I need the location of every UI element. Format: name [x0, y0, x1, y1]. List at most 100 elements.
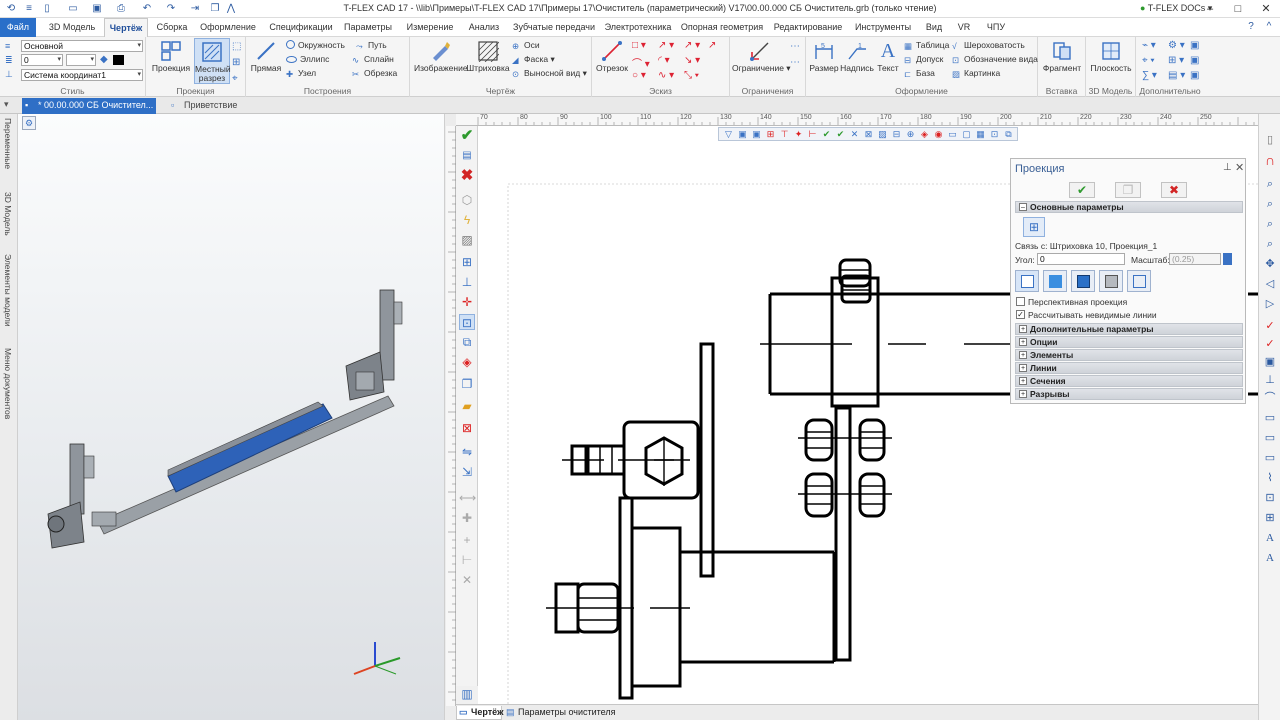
tab-electrical[interactable]: Электротехника	[604, 18, 672, 37]
strip-model-elements[interactable]: Элементы модели	[3, 254, 13, 327]
close-button[interactable]: ✕	[1252, 0, 1280, 18]
tab-tools[interactable]: Инструменты	[850, 18, 916, 37]
tab-view[interactable]: Вид	[920, 18, 948, 37]
snap-d-icon[interactable]: ⊥	[1262, 372, 1278, 388]
extra-a-icon[interactable]: ▣	[1190, 40, 1199, 51]
zoom-in-icon[interactable]: ⌕	[1262, 216, 1278, 232]
menu-icon[interactable]: ≡	[22, 2, 36, 16]
filter-l-icon[interactable]: ⊟	[891, 129, 902, 140]
filter-p-icon[interactable]: ▭	[947, 129, 958, 140]
constraint-extra2-icon[interactable]: ⋯	[790, 57, 800, 68]
strip-variables[interactable]: Переменные	[3, 118, 13, 169]
extra-macro-icon[interactable]: ⊞ ▾	[1168, 55, 1184, 66]
new-file-icon[interactable]: ▯	[40, 2, 54, 16]
extra-db-icon[interactable]: ▤ ▾	[1168, 70, 1185, 81]
filter-q-icon[interactable]: ▢	[961, 129, 972, 140]
line-type-combo[interactable]: ▾	[66, 54, 96, 66]
filter-o-icon[interactable]: ◉	[933, 129, 944, 140]
sketch-mirror-icon[interactable]: ↗ ▾	[684, 40, 700, 51]
layer-combo[interactable]: Основной ▾	[21, 40, 143, 52]
zoom-window-icon[interactable]: ⌕	[1262, 196, 1278, 212]
3d-viewport[interactable]: ⚙	[18, 114, 444, 720]
view-label-button[interactable]: ⊡ Обозначение вида	[952, 53, 1038, 65]
snap-tool-icon[interactable]: ⟷	[459, 490, 476, 506]
tab-cnc[interactable]: ЧПУ	[980, 18, 1012, 37]
tab-assembly[interactable]: Сборка	[152, 18, 192, 37]
snap-i-icon[interactable]: ⌇	[1262, 470, 1278, 486]
sketch-rect-icon[interactable]: □ ▾	[632, 40, 646, 51]
sketch-polyline-icon[interactable]: ⌒ ▾	[632, 55, 650, 70]
cancel-x-icon[interactable]: ✖	[459, 168, 475, 184]
ok-check-icon[interactable]: ✔	[459, 128, 475, 144]
snap-g-icon[interactable]: ▭	[1262, 430, 1278, 446]
filter-g-icon[interactable]: ✔	[821, 129, 832, 140]
folder-tool-icon[interactable]: ▰	[459, 398, 475, 414]
sketch-spline-icon[interactable]: ∿ ▾	[658, 70, 674, 81]
filter-e-icon[interactable]: ✦	[793, 129, 804, 140]
view-next-icon[interactable]: ▷	[1262, 296, 1278, 312]
sketch-extend-icon[interactable]: ⤡ ▾	[684, 70, 699, 81]
tab-vr[interactable]: VR	[952, 18, 976, 37]
layer-tool-icon[interactable]: ⧉	[459, 334, 475, 350]
save-icon[interactable]: ▣	[90, 2, 104, 16]
detail-view-button[interactable]: ⊙ Выносной вид ▾	[512, 67, 587, 79]
constraint-button[interactable]: Ограничение ▾	[732, 40, 791, 73]
extra-c-icon[interactable]: ▣	[1190, 70, 1199, 81]
scale-input[interactable]: (0.25)	[1169, 253, 1221, 265]
text-button[interactable]: A Текст	[874, 40, 902, 73]
tolerance-button[interactable]: ⊟ Допуск	[904, 53, 943, 65]
properties-icon[interactable]: ▤	[459, 148, 475, 164]
snap-f-icon[interactable]: ▭	[1262, 410, 1278, 426]
table-button[interactable]: ▦ Таблица	[904, 39, 949, 51]
image-button[interactable]: Изображение	[414, 40, 468, 73]
tab-drawing-page[interactable]: ▭ Чертёж	[456, 706, 504, 720]
move-tool-icon[interactable]: ⇲	[459, 464, 475, 480]
snap-a-icon[interactable]: ✓	[1262, 318, 1278, 334]
filter-r-icon[interactable]: ▦	[975, 129, 986, 140]
tab-measure[interactable]: Измерение	[400, 18, 460, 37]
filter-j-icon[interactable]: ⊠	[863, 129, 874, 140]
mirror-tool-icon[interactable]: ⇋	[459, 444, 475, 460]
point-tool-icon[interactable]: ✛	[459, 294, 475, 310]
hatch-tool-icon[interactable]: ▨	[459, 232, 475, 248]
perspective-checkbox[interactable]	[1016, 297, 1025, 306]
sketch-point-icon[interactable]: ↗	[708, 40, 716, 51]
tab-welcome[interactable]: ▫ Приветствие	[168, 98, 248, 114]
copy-tool-icon[interactable]: ❐	[459, 376, 475, 392]
constraint-extra-icon[interactable]: ⋯	[790, 41, 800, 52]
snap-j-icon[interactable]: ⊡	[1262, 490, 1278, 506]
hatch-button[interactable]: Штриховка	[466, 40, 510, 73]
node-tool-icon[interactable]: ✚	[459, 510, 475, 526]
zoom-icon[interactable]: ⌕	[1262, 176, 1278, 192]
grid-tool-icon[interactable]: +	[459, 532, 475, 548]
snap-h-icon[interactable]: ▭	[1262, 450, 1278, 466]
section-elements[interactable]: + Элементы	[1015, 349, 1243, 361]
ribbon-collapse-icon[interactable]: ^	[1262, 20, 1276, 34]
snap-e-icon[interactable]: ⌒	[1262, 390, 1278, 406]
ellipse-button[interactable]: Эллипс	[286, 53, 329, 65]
help-icon[interactable]: ?	[1244, 20, 1258, 34]
view-shaded-button[interactable]	[1043, 270, 1067, 292]
view-wire-button[interactable]	[1127, 270, 1151, 292]
tab-file[interactable]: Файл	[0, 18, 36, 37]
mark-tool-icon[interactable]: ◈	[459, 354, 475, 370]
hidden-lines-checkbox[interactable]: ✓	[1016, 310, 1025, 319]
section-lines[interactable]: + Линии	[1015, 362, 1243, 374]
strip-3d-model[interactable]: 3D Модель	[3, 192, 13, 236]
filter-d-icon[interactable]: ⊤	[779, 129, 790, 140]
pan-icon[interactable]: ✥	[1262, 256, 1278, 272]
plane-button[interactable]: Плоскость	[1088, 40, 1134, 73]
tab-specifications[interactable]: Спецификации	[266, 18, 336, 37]
section-main-params[interactable]: – Основные параметры	[1015, 201, 1243, 213]
segment-button[interactable]: Отрезок	[594, 40, 630, 73]
print-icon[interactable]: ⎙	[114, 2, 128, 16]
filter-a-icon[interactable]: ▣	[737, 129, 748, 140]
minimize-button[interactable]: –	[1196, 0, 1224, 18]
zoom-out-icon[interactable]: ⌕	[1262, 236, 1278, 252]
filter-n-icon[interactable]: ◈	[919, 129, 930, 140]
section-breaks[interactable]: + Разрывы	[1015, 388, 1243, 400]
filter-c-icon[interactable]: ⊞	[765, 129, 776, 140]
extra-variables-icon[interactable]: ∑ ▾	[1142, 70, 1157, 81]
local-section-button[interactable]: Местный разрез	[194, 38, 231, 84]
section-tool-icon[interactable]: ⊡	[459, 314, 475, 330]
